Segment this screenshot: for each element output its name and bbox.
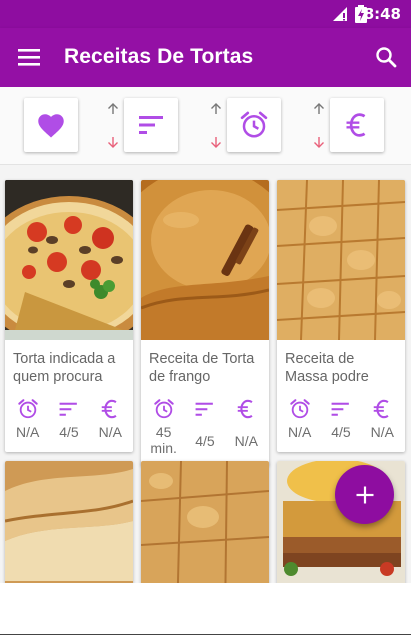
euro-icon bbox=[374, 399, 389, 419]
stat-price-value: N/A bbox=[98, 424, 122, 440]
rating-filter-button[interactable] bbox=[124, 98, 178, 152]
sort-icon bbox=[195, 402, 213, 416]
recipe-stats: N/A 4/5 N/A bbox=[277, 388, 405, 440]
alarm-icon bbox=[289, 399, 310, 419]
page-title: Receitas De Tortas bbox=[64, 45, 254, 68]
recipe-photo bbox=[141, 180, 269, 340]
stat-time-value: N/A bbox=[15, 424, 40, 440]
recipe-card[interactable]: Torta indicada a quem procura N/A 4/5 N/… bbox=[5, 180, 133, 452]
stat-price-value: N/A bbox=[370, 424, 394, 440]
bottom-area bbox=[0, 583, 411, 637]
divider bbox=[0, 634, 411, 635]
stat-time-value: N/A bbox=[287, 424, 312, 440]
recipe-stats: N/A 4/5 N/A bbox=[5, 388, 133, 440]
recipe-title: Receita de Massa podre bbox=[285, 351, 369, 385]
recipe-card[interactable] bbox=[141, 461, 269, 583]
stat-rating-value: 4/5 bbox=[195, 433, 215, 449]
favorites-filter-button[interactable] bbox=[24, 98, 78, 152]
plus-icon bbox=[356, 486, 373, 503]
recipe-photo bbox=[277, 180, 405, 340]
recipe-card[interactable]: Receita de Torta de frango 45 min. 4/5 N… bbox=[141, 180, 269, 466]
stat-rating-value: 4/5 bbox=[331, 424, 351, 440]
time-sort-arrows[interactable] bbox=[209, 99, 223, 153]
clock: 8:48 bbox=[363, 5, 401, 23]
add-recipe-button[interactable] bbox=[335, 465, 394, 524]
recipe-stats: 45 min. 4/5 N/A bbox=[141, 388, 269, 456]
sort-icon bbox=[59, 402, 77, 416]
arrow-up-icon bbox=[108, 103, 118, 114]
stat-rating-value: 4/5 bbox=[59, 424, 79, 440]
sort-icon bbox=[331, 402, 349, 416]
alarm-icon bbox=[240, 111, 268, 138]
arrow-down-icon bbox=[314, 137, 324, 148]
alarm-icon bbox=[153, 399, 174, 419]
stat-time-value: 45 min. bbox=[150, 424, 177, 456]
euro-icon bbox=[238, 399, 253, 419]
filter-bar bbox=[0, 87, 411, 165]
recipe-photo bbox=[5, 180, 133, 340]
stat-price: N/A bbox=[90, 398, 130, 440]
stat-time: 45 min. bbox=[144, 398, 184, 456]
status-bar: 8:48 bbox=[0, 0, 411, 28]
rating-sort-arrows[interactable] bbox=[106, 99, 120, 153]
arrow-down-icon bbox=[211, 137, 221, 148]
recipe-title: Torta indicada a quem procura bbox=[13, 351, 116, 385]
stat-rating: 4/5 bbox=[49, 398, 89, 440]
stat-price: N/A bbox=[362, 398, 402, 440]
arrow-up-icon bbox=[211, 103, 221, 114]
sort-icon bbox=[139, 116, 163, 134]
alarm-icon bbox=[17, 399, 38, 419]
menu-icon[interactable] bbox=[18, 47, 40, 67]
stat-price: N/A bbox=[226, 398, 266, 456]
app-bar: Receitas De Tortas bbox=[0, 28, 411, 87]
arrow-up-icon bbox=[314, 103, 324, 114]
recipe-title: Receita de Torta de frango bbox=[149, 351, 255, 385]
recipe-photo bbox=[141, 461, 269, 583]
arrow-down-icon bbox=[108, 137, 118, 148]
stat-rating: 4/5 bbox=[321, 398, 361, 440]
euro-icon bbox=[102, 399, 117, 419]
price-filter-button[interactable] bbox=[330, 98, 384, 152]
stat-time: N/A bbox=[280, 398, 320, 440]
stat-time: N/A bbox=[8, 398, 48, 440]
search-icon[interactable] bbox=[374, 45, 398, 69]
price-sort-arrows[interactable] bbox=[312, 99, 326, 153]
stat-price-value: N/A bbox=[234, 433, 258, 449]
heart-icon bbox=[38, 114, 64, 138]
signal-icon bbox=[333, 7, 347, 21]
time-filter-button[interactable] bbox=[227, 98, 281, 152]
recipe-card[interactable] bbox=[5, 461, 133, 583]
euro-icon bbox=[346, 113, 366, 137]
recipe-card[interactable]: Receita de Massa podre N/A 4/5 N/A bbox=[277, 180, 405, 452]
stat-rating: 4/5 bbox=[185, 398, 225, 456]
recipe-photo bbox=[5, 461, 133, 583]
